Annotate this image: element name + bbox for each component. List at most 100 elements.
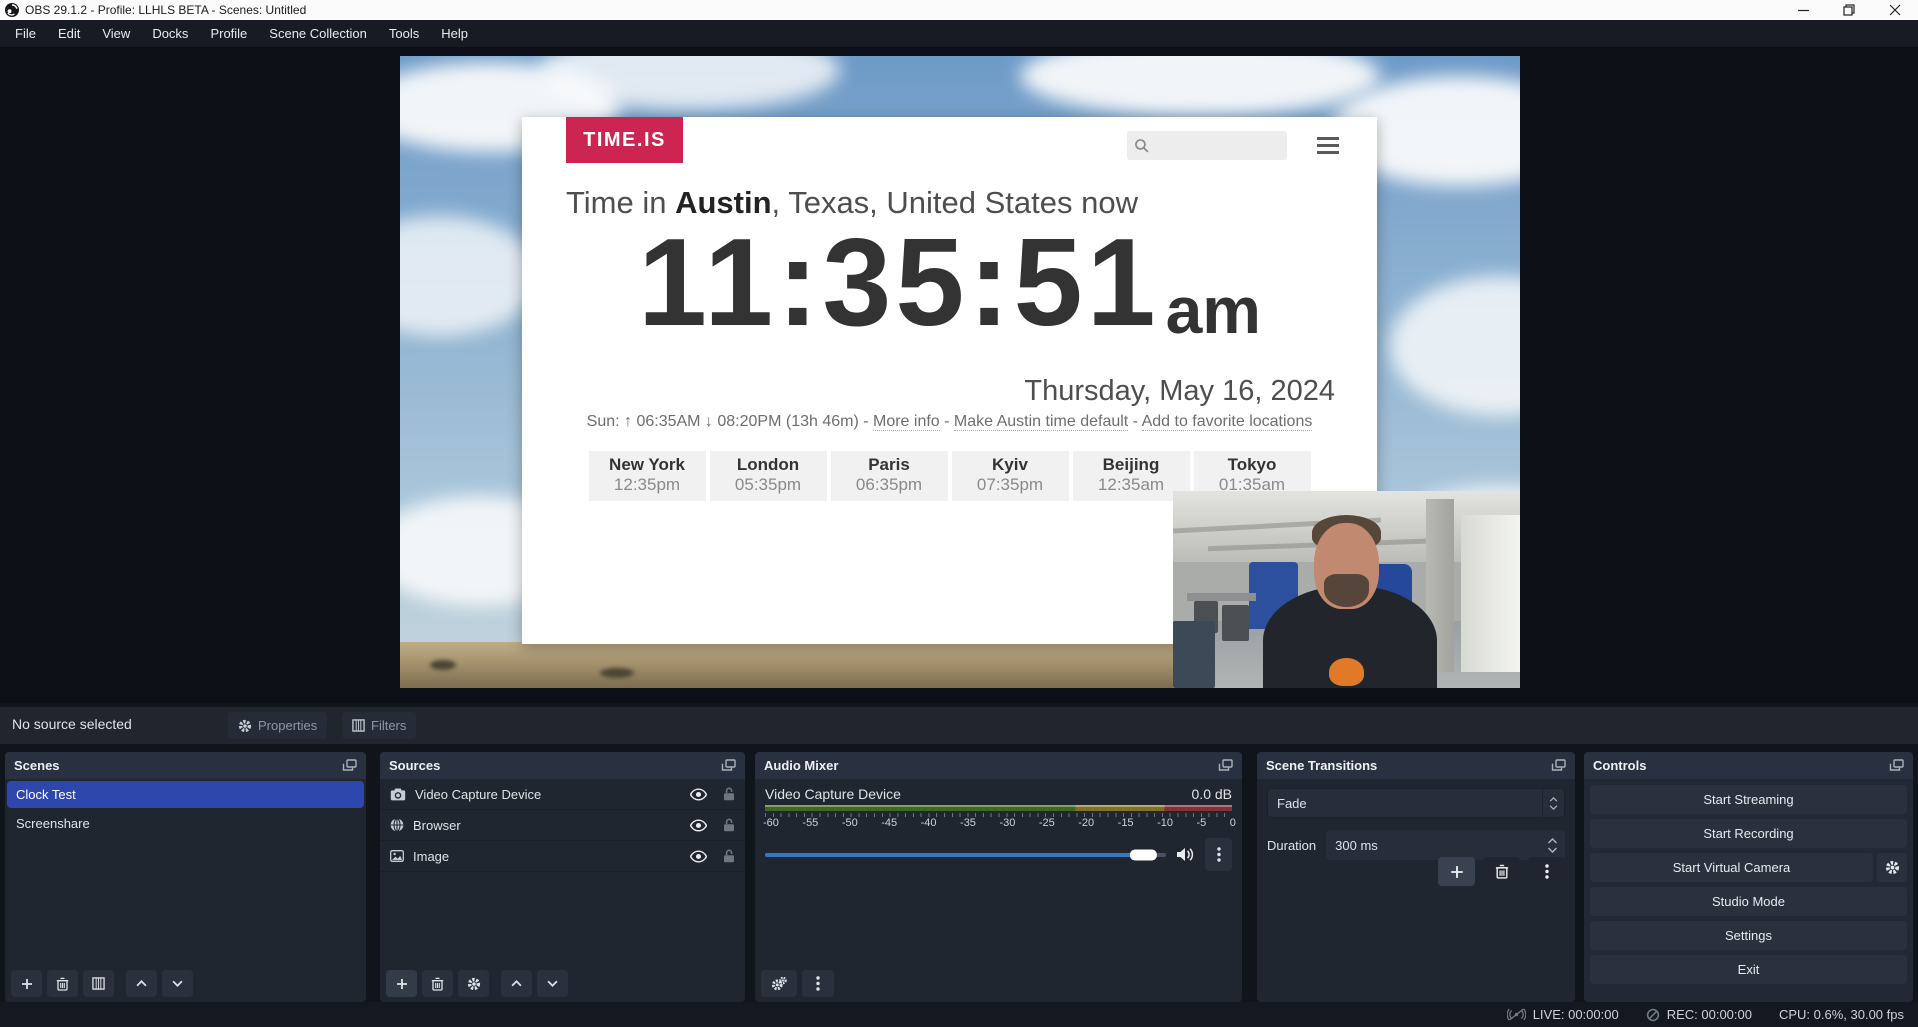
spinner-arrows-icon[interactable] xyxy=(1547,838,1561,853)
scenes-dock: Scenes Clock Test Screenshare xyxy=(5,752,366,1002)
selected-source-toolbar: No source selected Properties Filters xyxy=(0,707,1918,744)
sources-dock: Sources Video Capture Device Browser Ima… xyxy=(380,752,745,1002)
settings-button[interactable]: Settings xyxy=(1590,921,1907,950)
cpu-fps-status: CPU: 0.6%, 30.00 fps xyxy=(1779,1007,1904,1022)
source-item-image[interactable]: Image xyxy=(380,841,745,872)
hoodie-logo xyxy=(1329,658,1364,686)
remove-transition-button[interactable] xyxy=(1483,857,1520,886)
transitions-dock-header[interactable]: Scene Transitions xyxy=(1257,752,1575,779)
audio-mixer-dock-header[interactable]: Audio Mixer xyxy=(755,752,1242,779)
add-source-button[interactable] xyxy=(386,970,417,997)
timeis-date: Thursday, May 16, 2024 xyxy=(1024,375,1335,408)
preview-viewport: TIME.IS Time in Austin, Texas, United St… xyxy=(0,47,1918,703)
timeis-clock: 11:35:51 am xyxy=(522,221,1377,345)
cloud xyxy=(1390,276,1520,416)
visibility-eye-icon[interactable] xyxy=(690,788,707,801)
close-button[interactable] xyxy=(1872,0,1918,20)
restore-button[interactable] xyxy=(1826,0,1872,20)
clock-digits: 11:35:51 xyxy=(638,221,1160,345)
mixer-channel-menu-button[interactable] xyxy=(1205,838,1232,871)
program-canvas[interactable]: TIME.IS Time in Austin, Texas, United St… xyxy=(400,56,1520,688)
cloud xyxy=(400,216,540,336)
timeis-logo: TIME.IS xyxy=(566,117,683,163)
add-scene-button[interactable] xyxy=(11,970,42,997)
transition-select[interactable]: Fade xyxy=(1267,788,1565,818)
hamburger-menu-icon xyxy=(1317,137,1339,154)
scene-transitions-dock: Scene Transitions Fade Duration 300 ms xyxy=(1257,752,1575,1002)
menu-docks[interactable]: Docks xyxy=(141,20,199,47)
gear-icon xyxy=(238,719,252,733)
lock-icon[interactable] xyxy=(723,818,735,832)
volume-slider-handle[interactable] xyxy=(1130,849,1157,860)
mixer-channel-name: Video Capture Device xyxy=(765,786,901,802)
globe-icon xyxy=(390,818,404,832)
city-tile: London05:35pm xyxy=(710,451,827,501)
speaker-icon[interactable] xyxy=(1176,847,1195,862)
filters-button[interactable]: Filters xyxy=(342,712,416,739)
clock-meridiem: am xyxy=(1166,277,1261,343)
remove-source-button[interactable] xyxy=(422,970,453,997)
obs-logo-icon xyxy=(5,3,19,17)
controls-dock-header[interactable]: Controls xyxy=(1584,752,1913,779)
title-bar: OBS 29.1.2 - Profile: LLHLS BETA - Scene… xyxy=(0,0,1918,20)
lock-icon[interactable] xyxy=(723,787,735,801)
source-move-up-button[interactable] xyxy=(501,970,532,997)
menu-scene-collection[interactable]: Scene Collection xyxy=(258,20,378,47)
source-move-down-button[interactable] xyxy=(537,970,568,997)
scenes-dock-header[interactable]: Scenes xyxy=(5,752,366,779)
volume-meter xyxy=(765,805,1232,811)
mixer-level-db: 0.0 dB xyxy=(1192,786,1232,802)
city-tile: Beijing12:35am xyxy=(1073,451,1190,501)
popout-icon[interactable] xyxy=(1889,759,1904,772)
menu-tools[interactable]: Tools xyxy=(378,20,430,47)
popout-icon[interactable] xyxy=(1551,759,1566,772)
start-recording-button[interactable]: Start Recording xyxy=(1590,819,1907,848)
popout-icon[interactable] xyxy=(342,759,357,772)
record-inactive-icon xyxy=(1646,1008,1660,1022)
properties-button[interactable]: Properties xyxy=(228,712,327,739)
source-item-video-capture[interactable]: Video Capture Device xyxy=(380,779,745,810)
start-streaming-button[interactable]: Start Streaming xyxy=(1590,785,1907,814)
scene-filters-button[interactable] xyxy=(83,970,114,997)
lock-icon[interactable] xyxy=(723,849,735,863)
scene-item-clock-test[interactable]: Clock Test xyxy=(7,781,364,808)
start-virtual-camera-button[interactable]: Start Virtual Camera xyxy=(1590,853,1873,882)
menu-view[interactable]: View xyxy=(91,20,141,47)
mixer-channel-header: Video Capture Device 0.0 dB xyxy=(765,786,1232,802)
menu-profile[interactable]: Profile xyxy=(199,20,258,47)
source-item-browser[interactable]: Browser xyxy=(380,810,745,841)
scene-move-up-button[interactable] xyxy=(126,970,157,997)
more-info-link: More info xyxy=(873,413,940,431)
visibility-eye-icon[interactable] xyxy=(690,850,707,863)
scene-item-screenshare[interactable]: Screenshare xyxy=(7,810,364,837)
image-icon xyxy=(390,850,404,862)
advanced-audio-button[interactable] xyxy=(761,970,797,997)
exit-button[interactable]: Exit xyxy=(1590,955,1907,984)
cloud xyxy=(1020,56,1380,116)
mixer-menu-button[interactable] xyxy=(802,970,834,997)
sources-dock-header[interactable]: Sources xyxy=(380,752,745,779)
stream-inactive-icon xyxy=(1507,1008,1526,1021)
transition-properties-button[interactable] xyxy=(1528,857,1565,886)
window-title: OBS 29.1.2 - Profile: LLHLS BETA - Scene… xyxy=(25,3,306,17)
duration-input[interactable]: 300 ms xyxy=(1326,830,1565,860)
popout-icon[interactable] xyxy=(721,759,736,772)
visibility-eye-icon[interactable] xyxy=(690,819,707,832)
virtual-camera-settings-button[interactable] xyxy=(1877,853,1907,882)
make-default-link: Make Austin time default xyxy=(954,413,1128,431)
remove-scene-button[interactable] xyxy=(47,970,78,997)
studio-mode-button[interactable]: Studio Mode xyxy=(1590,887,1907,916)
popout-icon[interactable] xyxy=(1218,759,1233,772)
add-transition-button[interactable] xyxy=(1438,857,1475,886)
volume-slider[interactable] xyxy=(765,853,1166,857)
no-source-selected-label: No source selected xyxy=(12,716,132,732)
person-beard xyxy=(1324,574,1369,607)
menu-file[interactable]: File xyxy=(4,20,47,47)
menu-help[interactable]: Help xyxy=(430,20,479,47)
minimize-button[interactable] xyxy=(1780,0,1826,20)
webcam-source[interactable] xyxy=(1173,491,1520,688)
source-properties-button[interactable] xyxy=(458,970,489,997)
duration-label: Duration xyxy=(1267,838,1316,853)
menu-edit[interactable]: Edit xyxy=(47,20,91,47)
scene-move-down-button[interactable] xyxy=(162,970,193,997)
